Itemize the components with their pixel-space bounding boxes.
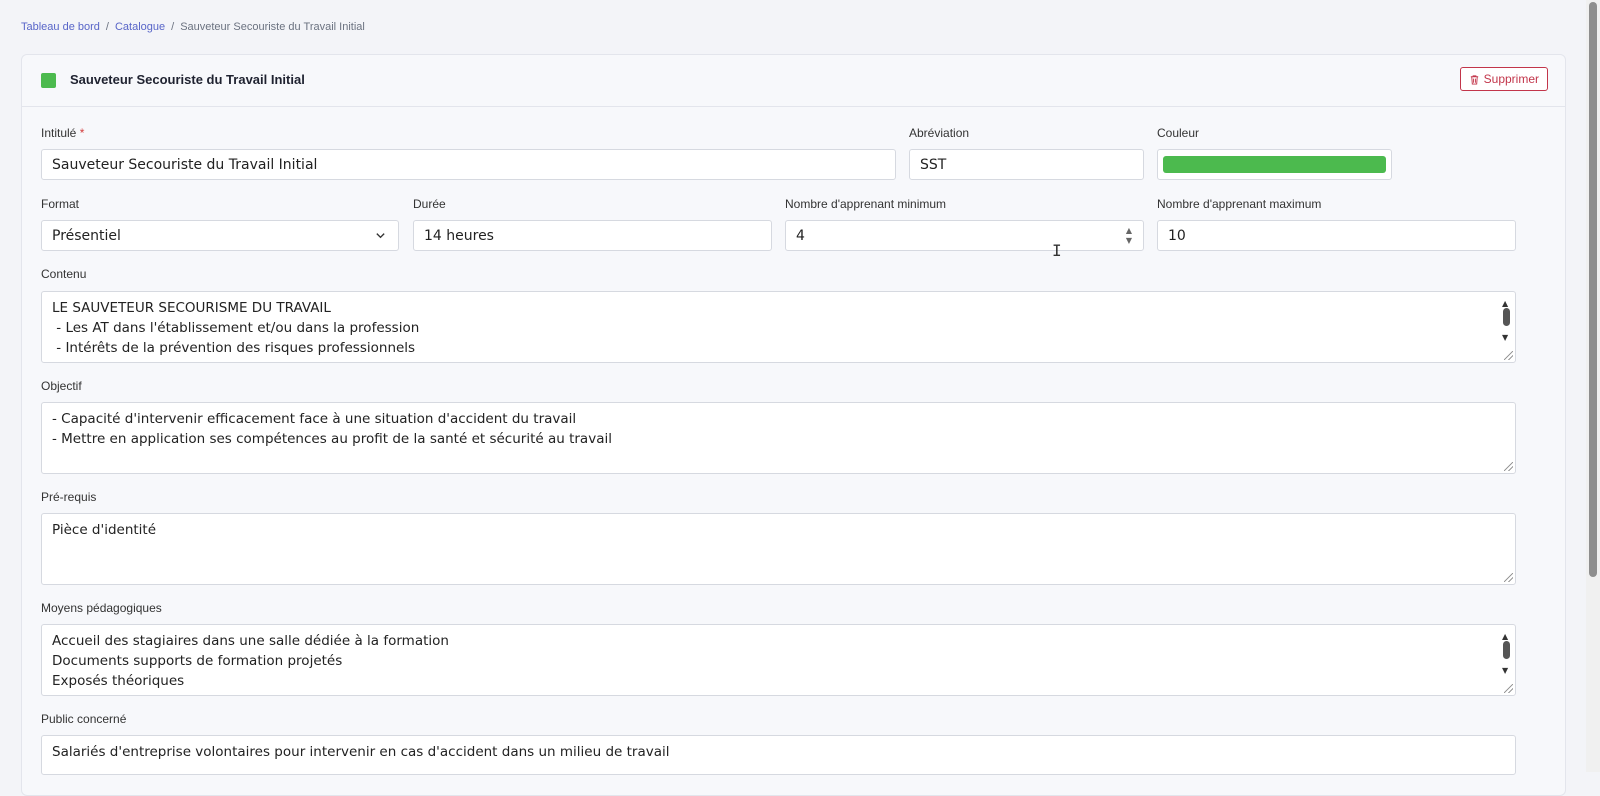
page-scrollbar[interactable] <box>1586 0 1600 772</box>
scrollbar-thumb[interactable] <box>1503 308 1510 326</box>
scrollbar-thumb[interactable] <box>1503 641 1510 659</box>
contenu-line: LE SAUVETEUR SECOURISME DU TRAVAIL <box>52 300 331 316</box>
format-select[interactable]: Présentiel <box>41 220 399 251</box>
training-color-swatch <box>41 73 56 88</box>
scroll-down-icon[interactable]: ▼ <box>1502 661 1508 681</box>
abreviation-label: Abréviation <box>909 126 970 140</box>
prerequis-label: Pré-requis <box>41 490 97 504</box>
breadcrumb-separator: / <box>105 21 109 33</box>
min-learners-label: Nombre d'apprenant minimum <box>785 197 947 211</box>
breadcrumb-home-link[interactable]: Tableau de bord <box>21 21 100 33</box>
page-scrollbar-thumb[interactable] <box>1589 2 1597 577</box>
resize-handle-icon[interactable] <box>1504 684 1513 693</box>
training-card: Sauveteur Secouriste du Travail Initial … <box>21 54 1566 796</box>
duree-input[interactable]: 14 heures <box>413 220 772 251</box>
textarea-scrollbar[interactable]: ▲ ▼ <box>1501 627 1513 681</box>
duree-label: Durée <box>413 197 446 211</box>
max-learners-input[interactable]: 10 <box>1157 220 1516 251</box>
resize-handle-icon[interactable] <box>1504 462 1513 471</box>
color-picker[interactable] <box>1157 149 1392 180</box>
public-label: Public concerné <box>41 712 127 726</box>
color-picker-value <box>1163 156 1386 173</box>
public-line: Salariés d'entreprise volontaires pour i… <box>52 744 670 760</box>
moyens-line: Accueil des stagiaires dans une salle dé… <box>52 633 449 649</box>
spin-up-icon[interactable]: ▲ <box>1126 226 1132 236</box>
text-cursor-icon: I <box>1052 241 1062 260</box>
breadcrumb-catalog-link[interactable]: Catalogue <box>115 21 165 33</box>
intitule-input[interactable]: Sauveteur Secouriste du Travail Initial <box>41 149 896 180</box>
objectif-line: - Mettre en application ses compétences … <box>52 431 612 447</box>
contenu-line: - Intérêts de la prévention des risques … <box>52 340 416 356</box>
format-select-value: Présentiel <box>52 227 121 244</box>
breadcrumb-separator: / <box>171 21 175 33</box>
abreviation-input[interactable]: SST <box>909 149 1144 180</box>
resize-handle-icon[interactable] <box>1504 351 1513 360</box>
card-header: Sauveteur Secouriste du Travail Initial … <box>22 55 1565 107</box>
public-textarea[interactable]: Salariés d'entreprise volontaires pour i… <box>41 735 1516 775</box>
chevron-down-icon <box>376 233 385 239</box>
contenu-label: Contenu <box>41 267 87 281</box>
moyens-line: Documents supports de formation projetés <box>52 653 343 669</box>
moyens-line: Exposés théoriques <box>52 673 185 689</box>
moyens-textarea[interactable]: Accueil des stagiaires dans une salle dé… <box>41 624 1516 696</box>
prerequis-line: Pièce d'identité <box>52 522 157 538</box>
objectif-label: Objectif <box>41 379 82 393</box>
textarea-scrollbar[interactable]: ▲ ▼ <box>1501 294 1513 348</box>
format-label: Format <box>41 197 80 211</box>
max-learners-label: Nombre d'apprenant maximum <box>1157 197 1322 211</box>
min-learners-input[interactable]: 4 ▲ ▼ <box>785 220 1144 251</box>
page-title: Sauveteur Secouriste du Travail Initial <box>70 72 305 87</box>
couleur-label: Couleur <box>1157 126 1200 140</box>
number-spinner[interactable]: ▲ ▼ <box>1126 226 1132 246</box>
contenu-textarea[interactable]: LE SAUVETEUR SECOURISME DU TRAVAIL - Les… <box>41 291 1516 363</box>
intitule-label: Intitulé * <box>41 126 85 140</box>
moyens-label: Moyens pédagogiques <box>41 601 162 615</box>
breadcrumb: Tableau de bord / Catalogue / Sauveteur Seco… <box>21 21 365 33</box>
objectif-textarea[interactable]: - Capacité d'intervenir efficacement fac… <box>41 402 1516 474</box>
resize-handle-icon[interactable] <box>1504 573 1513 582</box>
delete-button[interactable]: Supprimer <box>1459 67 1548 91</box>
scroll-down-icon[interactable]: ▼ <box>1502 328 1508 348</box>
trash-icon <box>1470 74 1478 85</box>
contenu-line: - Les AT dans l'établissement et/ou dans… <box>52 320 420 336</box>
delete-button-label: Supprimer <box>1483 72 1539 86</box>
spin-down-icon[interactable]: ▼ <box>1126 236 1132 246</box>
required-mark: * <box>79 126 85 140</box>
objectif-line: - Capacité d'intervenir efficacement fac… <box>52 411 577 427</box>
min-learners-value: 4 <box>796 227 805 244</box>
prerequis-textarea[interactable]: Pièce d'identité <box>41 513 1516 585</box>
breadcrumb-current: Sauveteur Secouriste du Travail Initial <box>180 21 365 33</box>
